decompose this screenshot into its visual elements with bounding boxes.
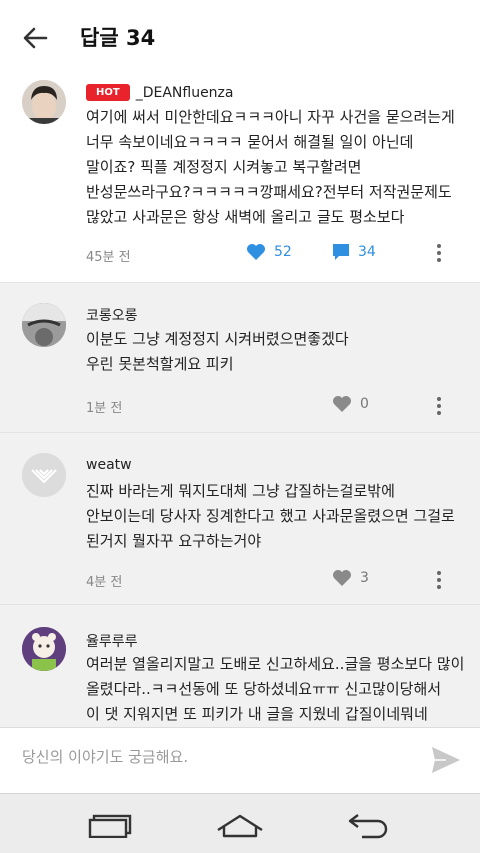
recent-apps-icon <box>88 814 132 838</box>
timestamp: 4분 전 <box>86 575 123 590</box>
back-nav-button[interactable] <box>338 808 398 842</box>
avatar[interactable] <box>22 80 66 124</box>
comment-input-bar <box>0 727 480 793</box>
comment-text: 진짜 바라는게 뭐지도대체 그냥 갑질하는걸로밖에 안보이는데 당사자 징계한다… <box>86 482 455 550</box>
comment-item: HOT _DEANfluenza 여기에 써서 미안한데요ㅋㅋㅋ아니 자꾸 사건… <box>0 72 480 282</box>
more-vertical-icon <box>437 244 441 248</box>
author-row: HOT _DEANfluenza <box>86 84 233 101</box>
author-name[interactable]: weatw <box>86 457 132 473</box>
like-button[interactable]: 52 <box>246 243 292 261</box>
more-vertical-icon <box>437 397 441 401</box>
author-row: weatw <box>86 457 132 473</box>
more-options-button[interactable] <box>436 397 442 417</box>
comment-text: 여러분 열올리지말고 도배로 신고하세요..글을 평소보다 많이 올렸다라..ㅋ… <box>86 655 465 723</box>
comment-item: weatw 진짜 바라는게 뭐지도대체 그냥 갑질하는걸로밖에 안보이는데 당사… <box>0 432 480 604</box>
avatar[interactable] <box>22 303 66 347</box>
default-avatar-icon <box>22 453 66 497</box>
author-name[interactable]: _DEANfluenza <box>136 85 234 101</box>
timestamp: 45분 전 <box>86 250 131 265</box>
author-row: 율루루루 <box>86 631 138 651</box>
avatar-photo-icon <box>22 303 66 347</box>
send-button[interactable] <box>430 745 462 775</box>
back-button[interactable] <box>18 22 54 54</box>
reply-button[interactable]: 34 <box>332 243 376 261</box>
avatar[interactable] <box>22 453 66 497</box>
comment-item: 율루루루 여러분 열올리지말고 도배로 신고하세요..글을 평소보다 많이 올렸… <box>0 604 480 727</box>
more-vertical-icon <box>437 571 441 575</box>
heart-icon <box>247 244 265 260</box>
heart-icon <box>333 570 351 586</box>
like-count: 52 <box>274 244 292 260</box>
more-options-button[interactable] <box>436 244 442 264</box>
back-arrow-icon <box>23 27 48 49</box>
reply-bubble-icon <box>333 244 349 260</box>
author-name[interactable]: 율루루루 <box>86 631 138 651</box>
recent-apps-button[interactable] <box>80 808 140 842</box>
back-icon <box>348 814 388 839</box>
like-button[interactable]: 0 <box>332 395 369 413</box>
home-button[interactable] <box>210 808 270 842</box>
author-name[interactable]: 코롱오롱 <box>86 305 138 325</box>
comment-text: 이분도 그냥 계정정지 시켜버렸으면좋겠다 우린 못본척할게요 피키 <box>86 330 349 373</box>
more-options-button[interactable] <box>436 571 442 591</box>
comment-text: 여기에 써서 미안한데요ㅋㅋㅋ아니 자꾸 사건을 묻으려는게 너무 속보이네요ㅋ… <box>86 108 455 226</box>
avatar-photo-icon <box>22 80 66 124</box>
hot-badge: HOT <box>86 84 130 101</box>
home-icon <box>217 814 263 838</box>
reply-count: 34 <box>358 244 376 260</box>
comment-input[interactable] <box>22 748 402 766</box>
comment-item: 코롱오롱 이분도 그냥 계정정지 시켜버렸으면좋겠다 우린 못본척할게요 피키 … <box>0 282 480 432</box>
avatar[interactable] <box>22 627 66 671</box>
system-navigation-bar <box>0 793 480 853</box>
like-count: 0 <box>360 396 369 412</box>
top-bar: 답글 34 <box>0 0 480 72</box>
heart-icon <box>333 396 351 412</box>
cartoon-avatar-icon <box>22 627 66 671</box>
like-button[interactable]: 3 <box>332 569 369 587</box>
send-icon <box>432 747 460 773</box>
like-count: 3 <box>360 570 369 586</box>
timestamp: 1분 전 <box>86 401 123 416</box>
author-row: 코롱오롱 <box>86 305 138 325</box>
page-title: 답글 34 <box>80 26 156 50</box>
